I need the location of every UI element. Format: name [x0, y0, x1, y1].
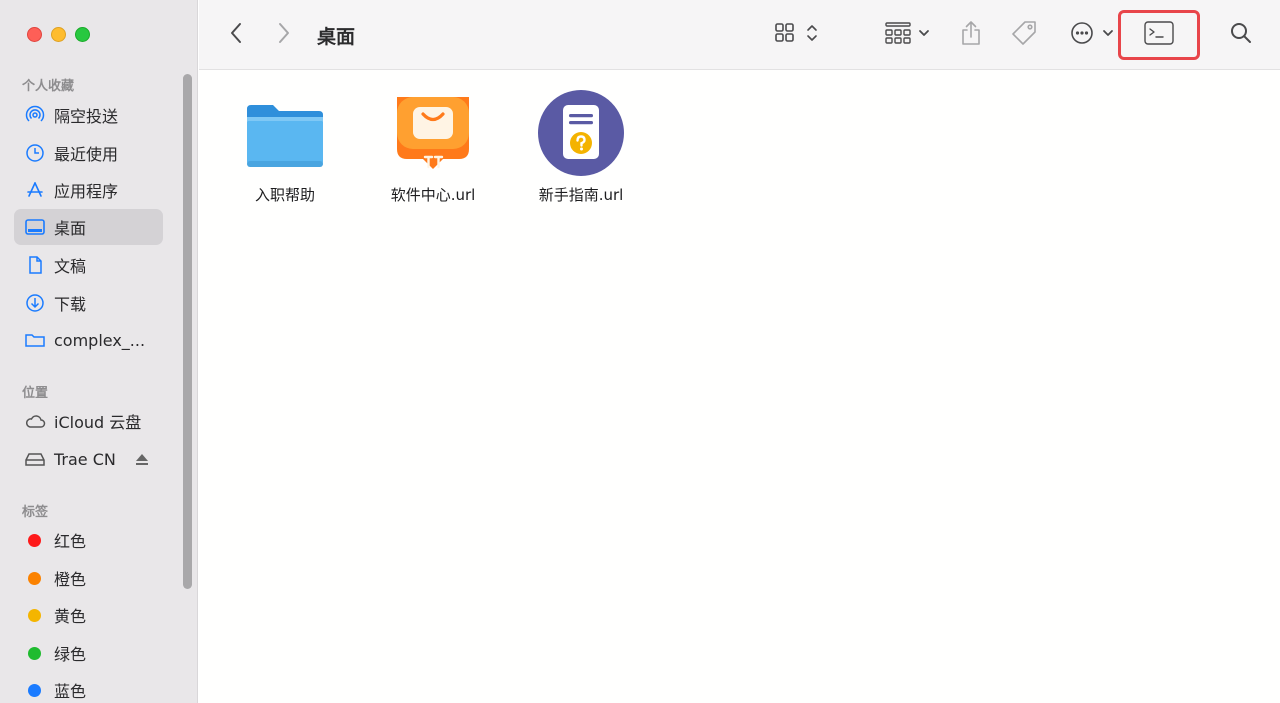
finder-window: 个人收藏 隔空投送 最近使用 应用程序 桌面 文稿 下载 complex_...…: [0, 0, 1280, 703]
sidebar-item-complex-folder[interactable]: complex_...: [14, 322, 163, 358]
document-icon: [24, 254, 46, 276]
tag-button[interactable]: [1007, 18, 1041, 52]
file-grid: 入职帮助 软件中心.url 新手指南.url: [199, 70, 1280, 703]
tag-icon: [1010, 19, 1038, 51]
sidebar-item-label: Trae CN: [54, 449, 116, 469]
locations-section-title: 位置: [22, 386, 49, 401]
sidebar-item-icloud[interactable]: iCloud 云盘: [14, 403, 163, 439]
terminal-icon: [1143, 20, 1175, 50]
sidebar-item-label: iCloud 云盘: [54, 413, 142, 432]
sidebar-item-tag-yellow[interactable]: 黄色: [14, 597, 163, 633]
file-item[interactable]: 入职帮助: [220, 88, 350, 205]
sidebar-item-label: 文稿: [54, 257, 87, 276]
sidebar-item-documents[interactable]: 文稿: [14, 247, 163, 283]
desktop-icon: [24, 216, 46, 238]
guide-icon: [536, 88, 626, 178]
tags-section-title: 标签: [22, 505, 49, 520]
file-label: 入职帮助: [254, 186, 315, 204]
clock-icon: [24, 142, 46, 164]
sidebar-item-airdrop[interactable]: 隔空投送: [14, 97, 163, 133]
more-icon: [1066, 20, 1118, 50]
sidebar-item-applications[interactable]: 应用程序: [14, 172, 163, 208]
sidebar-item-recents[interactable]: 最近使用: [14, 135, 163, 171]
folder-icon: [24, 329, 46, 351]
sidebar-item-label: 最近使用: [54, 145, 119, 164]
sidebar-item-label: 隔空投送: [54, 107, 119, 126]
folder-icon: [240, 88, 330, 178]
forward-icon: [277, 22, 291, 48]
sidebar: 个人收藏 隔空投送 最近使用 应用程序 桌面 文稿 下载 complex_...…: [0, 0, 198, 703]
sidebar-item-label: 橙色: [54, 570, 87, 589]
window-controls: [27, 27, 90, 42]
share-icon: [960, 19, 982, 51]
sidebar-item-label: 下载: [54, 295, 87, 314]
red-dot-icon: [28, 533, 41, 547]
group-icon: [883, 20, 933, 50]
sidebar-item-tag-green[interactable]: 绿色: [14, 635, 163, 671]
file-item[interactable]: 新手指南.url: [516, 88, 646, 205]
sidebar-item-label: 绿色: [54, 645, 87, 664]
drive-icon: [24, 448, 46, 470]
file-label: 新手指南.url: [538, 186, 624, 204]
zoom-button[interactable]: [75, 27, 90, 42]
cloud-icon: [24, 410, 46, 432]
sidebar-item-label: complex_...: [54, 330, 146, 350]
search-icon: [1229, 21, 1253, 49]
favorites-section-title: 个人收藏: [22, 79, 75, 94]
sidebar-item-desktop[interactable]: 桌面: [14, 209, 163, 245]
group-button[interactable]: [882, 20, 934, 50]
file-label: 软件中心.url: [390, 186, 476, 204]
software-center-icon: [388, 88, 478, 178]
scrollbar-thumb[interactable]: [183, 74, 192, 589]
sidebar-scrollbar[interactable]: [181, 74, 193, 589]
close-button[interactable]: [27, 27, 42, 42]
minimize-button[interactable]: [51, 27, 66, 42]
forward-button[interactable]: [272, 21, 296, 49]
applications-icon: [24, 179, 46, 201]
green-dot-icon: [28, 646, 41, 660]
yellow-dot-icon: [28, 608, 41, 622]
sidebar-item-label: 红色: [54, 532, 87, 551]
sidebar-item-label: 桌面: [54, 219, 87, 238]
sidebar-item-tag-red[interactable]: 红色: [14, 522, 163, 558]
toolbar: 桌面: [199, 0, 1280, 70]
airdrop-icon: [24, 104, 46, 126]
more-actions-button[interactable]: [1065, 20, 1119, 50]
terminal-button[interactable]: [1137, 20, 1181, 50]
icon-view-icon: [773, 20, 821, 50]
sidebar-item-trae-cn[interactable]: Trae CN: [14, 441, 163, 477]
share-button[interactable]: [956, 18, 986, 52]
back-icon: [229, 22, 243, 48]
search-button[interactable]: [1226, 20, 1256, 50]
sidebar-item-tag-blue[interactable]: 蓝色: [14, 672, 163, 703]
orange-dot-icon: [28, 571, 41, 585]
sidebar-item-downloads[interactable]: 下载: [14, 285, 163, 321]
sidebar-item-label: 蓝色: [54, 682, 87, 701]
blue-dot-icon: [28, 683, 41, 697]
download-icon: [24, 292, 46, 314]
back-button[interactable]: [224, 21, 248, 49]
sidebar-item-tag-orange[interactable]: 橙色: [14, 560, 163, 596]
window-title: 桌面: [317, 26, 356, 48]
file-item[interactable]: 软件中心.url: [368, 88, 498, 205]
view-options-button[interactable]: [772, 20, 822, 50]
sidebar-item-label: 应用程序: [54, 182, 119, 201]
eject-icon[interactable]: [135, 451, 149, 470]
sidebar-item-label: 黄色: [54, 607, 87, 626]
